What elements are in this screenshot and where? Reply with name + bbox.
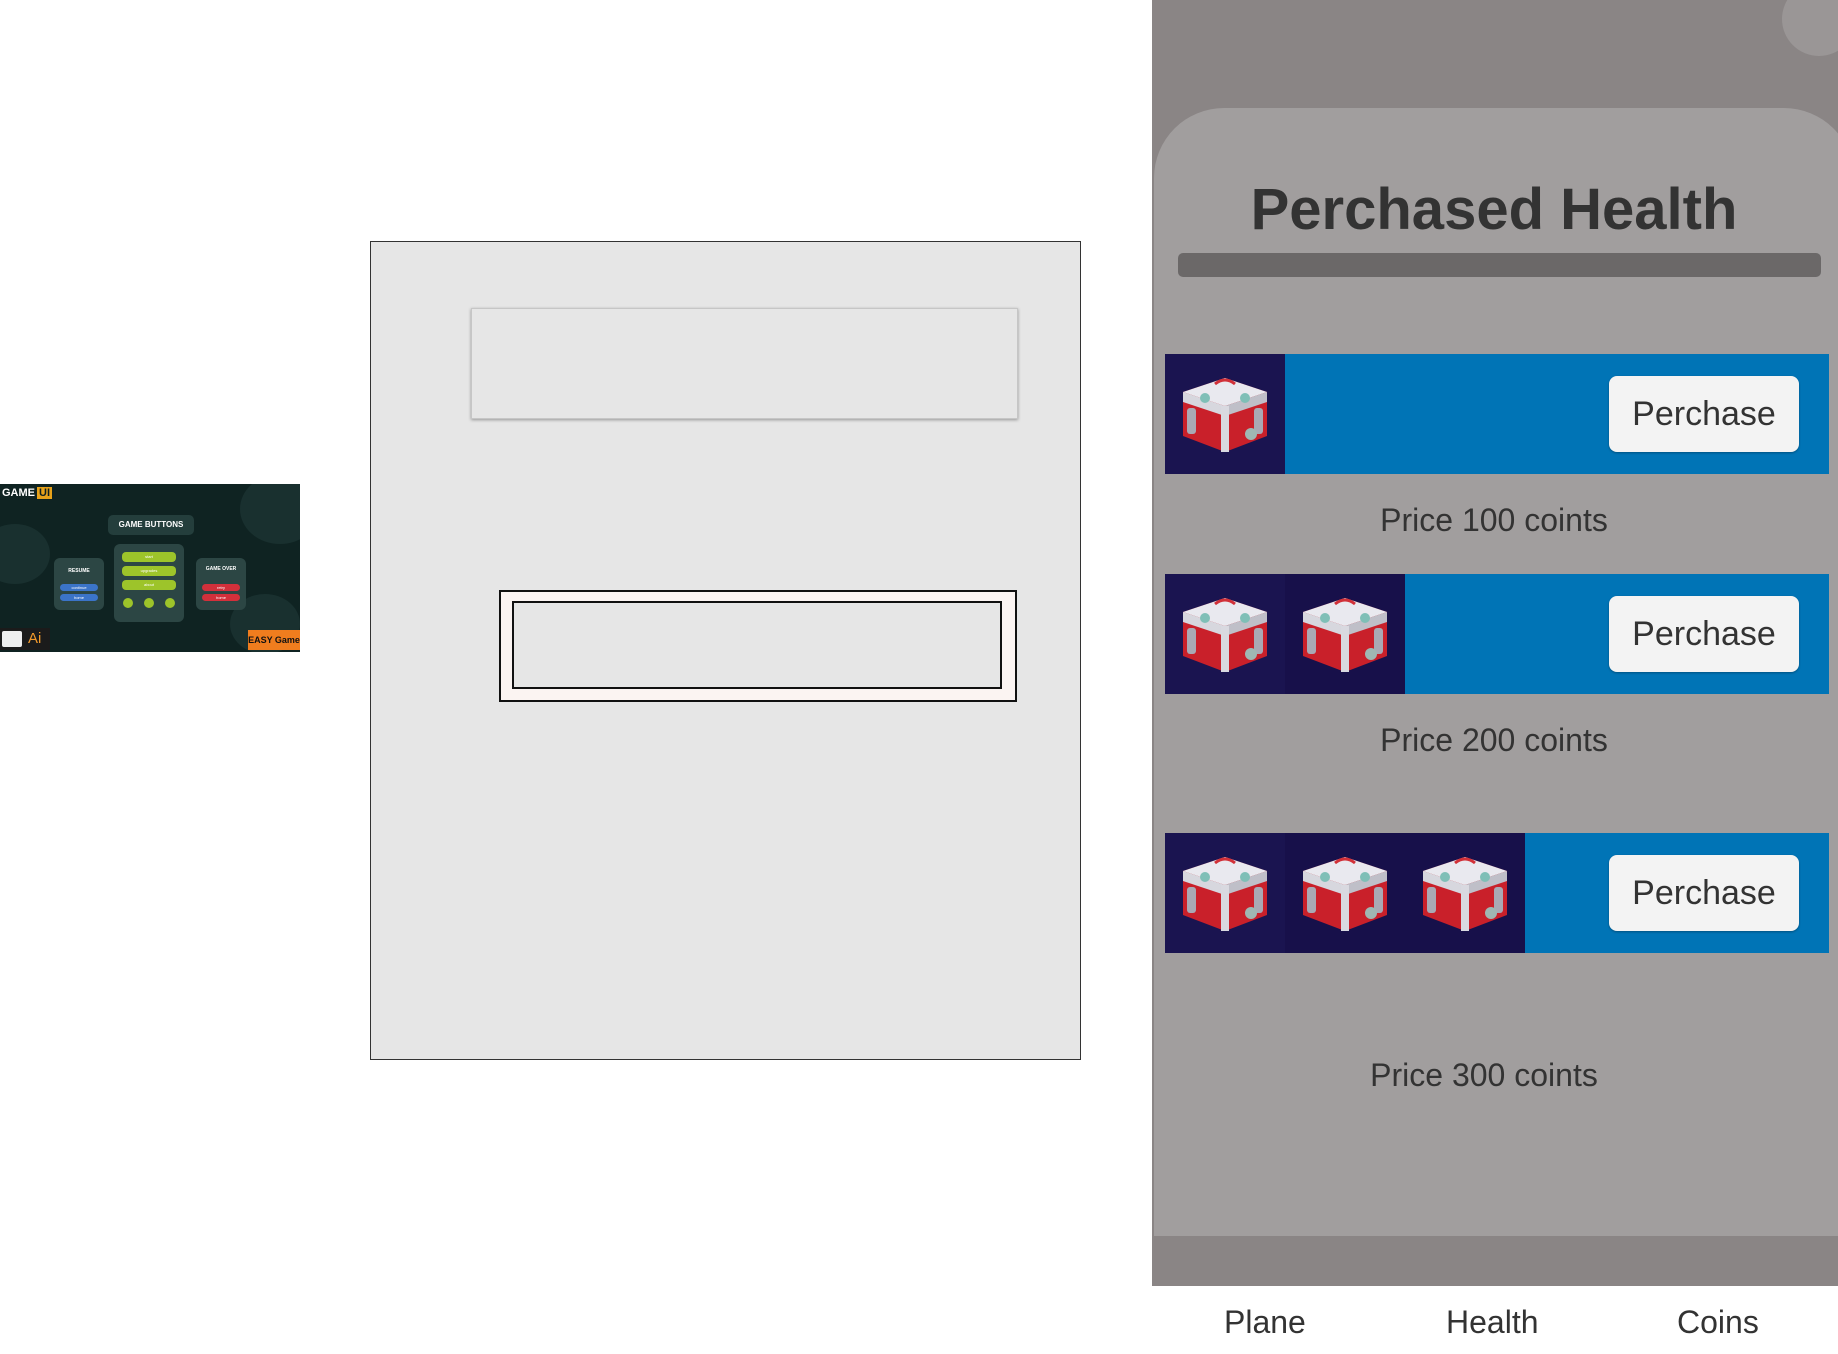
icon-cell bbox=[1165, 574, 1285, 694]
close-icon[interactable] bbox=[1782, 0, 1838, 56]
item-icons bbox=[1165, 833, 1525, 953]
game-ui-thumbnail: GAME UI GAME BUTTONS RESUME continue home… bbox=[0, 484, 300, 652]
purchase-button[interactable]: Perchase bbox=[1609, 596, 1799, 672]
health-crate-icon bbox=[1303, 857, 1387, 931]
easy-game-badge: EASY Game bbox=[248, 630, 300, 650]
thumbnail-footer-left: Ai bbox=[0, 628, 50, 650]
icon-cell bbox=[1165, 833, 1285, 953]
thumb-pause-dot bbox=[144, 598, 154, 608]
health-crate-icon bbox=[1303, 598, 1387, 672]
thumb-prev-dot bbox=[123, 598, 133, 608]
thumbnail-title: GAME UI bbox=[2, 487, 52, 499]
title-divider bbox=[1178, 253, 1821, 277]
bottom-strip bbox=[1152, 1236, 1838, 1286]
icon-cell bbox=[1405, 833, 1525, 953]
gameover-card-title: GAME OVER bbox=[205, 566, 237, 572]
thumb-next-dot bbox=[165, 598, 175, 608]
icon-cell bbox=[1285, 833, 1405, 953]
purchase-button[interactable]: Perchase bbox=[1609, 376, 1799, 452]
thumb-start-pill: start bbox=[122, 552, 176, 562]
game-buttons-title: GAME BUTTONS bbox=[108, 515, 194, 535]
resume-card: RESUME continue home bbox=[54, 558, 104, 610]
thumb-about-pill: about bbox=[122, 580, 176, 590]
game-label: GAME bbox=[2, 487, 35, 499]
shop-item-row: Perchase bbox=[1165, 833, 1829, 953]
price-label: Price 100 coints bbox=[1380, 502, 1608, 538]
shop-item-row: Perchase bbox=[1165, 574, 1829, 694]
wireframe-inner-box bbox=[512, 601, 1002, 689]
wireframe-panel bbox=[370, 241, 1081, 1060]
main-buttons-card: start upgrades about bbox=[114, 544, 184, 622]
item-icons bbox=[1165, 574, 1405, 694]
health-crate-icon bbox=[1183, 857, 1267, 931]
thumb-home-pill: home bbox=[60, 594, 98, 601]
shop-panel: Perchased Health Perchase Price 100 coin… bbox=[1154, 108, 1838, 1236]
price-label: Price 300 coints bbox=[1370, 1057, 1598, 1093]
thumb-retry-pill: retry bbox=[202, 584, 240, 591]
bottom-tab-bar: Plane Health Coins bbox=[1152, 1286, 1838, 1354]
background-blob bbox=[0, 524, 50, 584]
thumb-continue-pill: continue bbox=[60, 584, 98, 591]
health-crate-icon bbox=[1183, 598, 1267, 672]
price-label: Price 200 coints bbox=[1380, 722, 1608, 758]
thumb-home-pill: home bbox=[202, 594, 240, 601]
item-icons bbox=[1165, 354, 1285, 474]
icon-cell bbox=[1285, 574, 1405, 694]
health-crate-icon bbox=[1423, 857, 1507, 931]
shop-item-row: Perchase bbox=[1165, 354, 1829, 474]
thumb-upgrades-pill: upgrades bbox=[122, 566, 176, 576]
resume-card-title: RESUME bbox=[68, 568, 90, 574]
wireframe-top-box bbox=[471, 308, 1018, 419]
health-shop-screen: Perchased Health Perchase Price 100 coin… bbox=[1152, 0, 1838, 1354]
tab-coins[interactable]: Coins bbox=[1677, 1304, 1759, 1341]
wireframe-outer-box bbox=[499, 590, 1017, 702]
background-blob bbox=[240, 484, 300, 544]
health-crate-icon bbox=[1183, 378, 1267, 452]
shop-title: Perchased Health bbox=[1250, 177, 1738, 242]
gameover-card: GAME OVER retry home bbox=[196, 558, 246, 610]
tab-health[interactable]: Health bbox=[1446, 1304, 1539, 1341]
purchase-button[interactable]: Perchase bbox=[1609, 855, 1799, 931]
tab-plane[interactable]: Plane bbox=[1224, 1304, 1306, 1341]
illustrator-ai-icon: Ai bbox=[28, 630, 42, 647]
brand-logo-icon bbox=[2, 631, 22, 647]
ui-label: UI bbox=[37, 487, 52, 499]
icon-cell bbox=[1165, 354, 1285, 474]
